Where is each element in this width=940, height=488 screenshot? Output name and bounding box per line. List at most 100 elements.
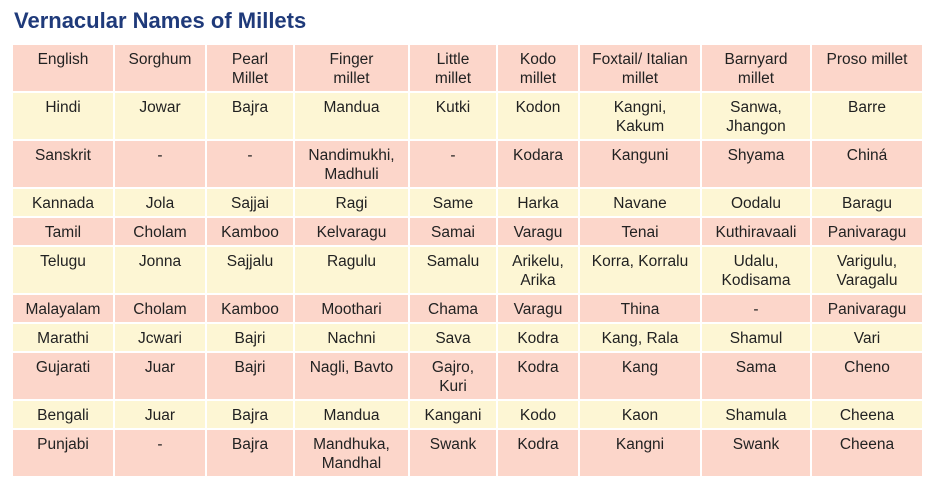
- table-cell: Swank: [702, 430, 812, 478]
- language-cell: Bengali: [13, 401, 115, 430]
- table-cell: Kutki: [410, 93, 498, 141]
- table-cell: Juar: [115, 353, 207, 401]
- table-cell: Bajri: [207, 324, 295, 353]
- language-cell: Kannada: [13, 189, 115, 218]
- table-cell: Gajro, Kuri: [410, 353, 498, 401]
- table-cell: Korra, Korralu: [580, 247, 702, 295]
- table-cell: Bajra: [207, 401, 295, 430]
- table-row: Punjabi - Bajra Mandhuka, Mandhal Swank Kodra K…: [13, 430, 922, 478]
- table-cell: Cheena: [812, 401, 922, 430]
- table-cell: Proso millet: [812, 45, 922, 93]
- table-cell: Cheena: [812, 430, 922, 478]
- language-cell: Tamil: [13, 218, 115, 247]
- table-cell: Oodalu: [702, 189, 812, 218]
- language-cell: English: [13, 45, 115, 93]
- table-cell: Panivaragu: [812, 218, 922, 247]
- table-cell: Kodo: [498, 401, 580, 430]
- millet-names-table: English Sorghum Pearl Millet Finger millet Lit…: [13, 45, 922, 478]
- table-cell: Kodara: [498, 141, 580, 189]
- table-cell: Mandhuka, Mandhal: [295, 430, 410, 478]
- table-cell: Kodra: [498, 430, 580, 478]
- table-cell: Kodra: [498, 324, 580, 353]
- table-cell: -: [115, 141, 207, 189]
- table-cell: Varagu: [498, 295, 580, 324]
- table-cell: Jcwari: [115, 324, 207, 353]
- table-cell: Kanguni: [580, 141, 702, 189]
- table-cell: Varagu: [498, 218, 580, 247]
- table-cell: Bajri: [207, 353, 295, 401]
- table-cell: Sajjalu: [207, 247, 295, 295]
- table-cell: Kelvaragu: [295, 218, 410, 247]
- table-cell: -: [410, 141, 498, 189]
- table-cell: -: [207, 141, 295, 189]
- table-row: Hindi Jowar Bajra Mandua Kutki Kodon Kangni, Ka…: [13, 93, 922, 141]
- table-header-row: English Sorghum Pearl Millet Finger millet Lit…: [13, 45, 922, 93]
- table-cell: Kamboo: [207, 295, 295, 324]
- table-cell: Juar: [115, 401, 207, 430]
- table-cell: Mandua: [295, 401, 410, 430]
- table-cell: Swank: [410, 430, 498, 478]
- table-cell: Shamul: [702, 324, 812, 353]
- table-cell: Ragulu: [295, 247, 410, 295]
- table-cell: Shamula: [702, 401, 812, 430]
- table-cell: Sanwa, Jhangon: [702, 93, 812, 141]
- table-cell: Jowar: [115, 93, 207, 141]
- table-row: Kannada Jola Sajjai Ragi Same Harka Navane Ooda…: [13, 189, 922, 218]
- language-cell: Hindi: [13, 93, 115, 141]
- table-cell: Tenai: [580, 218, 702, 247]
- table-cell: Ragi: [295, 189, 410, 218]
- table-cell: -: [115, 430, 207, 478]
- table-cell: Shyama: [702, 141, 812, 189]
- table-row: Gujarati Juar Bajri Nagli, Bavto Gajro, Kuri K…: [13, 353, 922, 401]
- table-cell: Bajra: [207, 430, 295, 478]
- language-cell: Marathi: [13, 324, 115, 353]
- language-cell: Malayalam: [13, 295, 115, 324]
- table-cell: Barre: [812, 93, 922, 141]
- table-row: Marathi Jcwari Bajri Nachni Sava Kodra Kang, R…: [13, 324, 922, 353]
- table-cell: Navane: [580, 189, 702, 218]
- table-cell: Vari: [812, 324, 922, 353]
- table-cell: Kuthiravaali: [702, 218, 812, 247]
- table-row: Malayalam Cholam Kamboo Moothari Chama Varagu…: [13, 295, 922, 324]
- table-cell: Barnyard millet: [702, 45, 812, 93]
- table-cell: Cheno: [812, 353, 922, 401]
- table-cell: Little millet: [410, 45, 498, 93]
- table-cell: Kangni: [580, 430, 702, 478]
- table-cell: Kaon: [580, 401, 702, 430]
- table-row: Telugu Jonna Sajjalu Ragulu Samalu Arikelu, Ar…: [13, 247, 922, 295]
- table-cell: Same: [410, 189, 498, 218]
- table-cell: Thina: [580, 295, 702, 324]
- language-cell: Punjabi: [13, 430, 115, 478]
- table-cell: Cholam: [115, 218, 207, 247]
- table-row: Sanskrit - - Nandimukhi, Madhuli - Kodara Kangu…: [13, 141, 922, 189]
- table-cell: Sava: [410, 324, 498, 353]
- table-cell: Udalu, Kodisama: [702, 247, 812, 295]
- table-cell: Varigulu, Varagalu: [812, 247, 922, 295]
- table-cell: Moothari: [295, 295, 410, 324]
- table-cell: Kodo millet: [498, 45, 580, 93]
- table-cell: Chama: [410, 295, 498, 324]
- table-cell: Kang: [580, 353, 702, 401]
- page-title: Vernacular Names of Millets: [14, 8, 307, 33]
- table-cell: Sama: [702, 353, 812, 401]
- table-row: Bengali Juar Bajra Mandua Kangani Kodo Kaon Sha…: [13, 401, 922, 430]
- language-cell: Gujarati: [13, 353, 115, 401]
- table-cell: Pearl Millet: [207, 45, 295, 93]
- table-cell: Samai: [410, 218, 498, 247]
- table-cell: Panivaragu: [812, 295, 922, 324]
- table-cell: Kamboo: [207, 218, 295, 247]
- language-cell: Sanskrit: [13, 141, 115, 189]
- table-cell: Jonna: [115, 247, 207, 295]
- table-cell: Foxtail/ Italian millet: [580, 45, 702, 93]
- table-cell: Jola: [115, 189, 207, 218]
- table-cell: Kodon: [498, 93, 580, 141]
- table-cell: Kangni, Kakum: [580, 93, 702, 141]
- table-cell: Bajra: [207, 93, 295, 141]
- table-cell: Kodra: [498, 353, 580, 401]
- table-row: Tamil Cholam Kamboo Kelvaragu Samai Varagu Ten…: [13, 218, 922, 247]
- table-cell: Arikelu, Arika: [498, 247, 580, 295]
- table-cell: Sajjai: [207, 189, 295, 218]
- table-cell: Kangani: [410, 401, 498, 430]
- table-cell: Chiná: [812, 141, 922, 189]
- table-cell: Kang, Rala: [580, 324, 702, 353]
